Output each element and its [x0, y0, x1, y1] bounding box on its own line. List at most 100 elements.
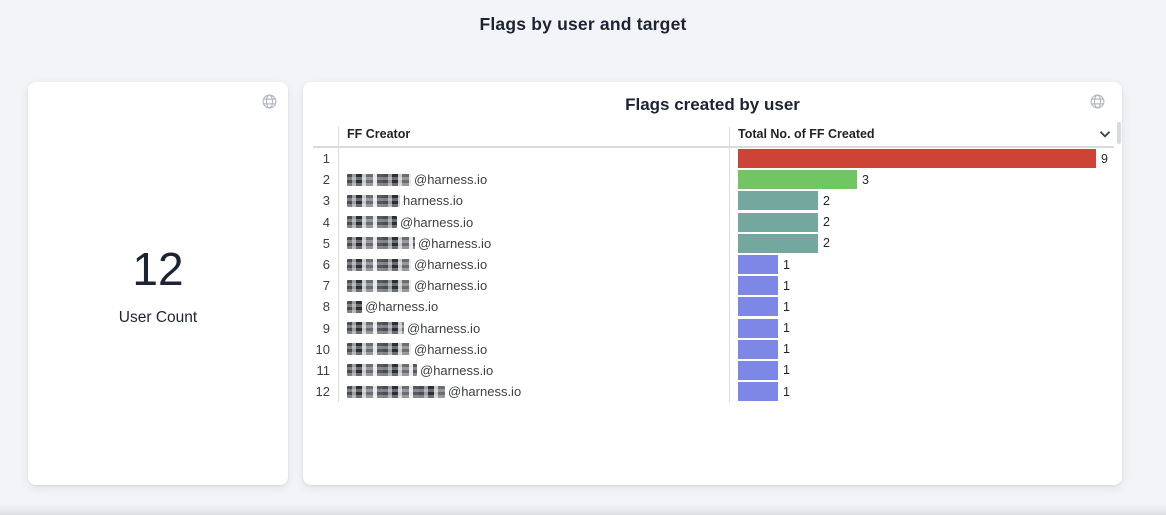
globe-icon [261, 93, 278, 110]
creator-redacted [347, 195, 400, 207]
scrollbar-thumb[interactable] [1117, 122, 1121, 144]
table-row: 4 @harness.io 2 [313, 212, 1114, 233]
card-title: Flags created by user [303, 95, 1122, 115]
bar-cell: 3 [729, 169, 1114, 190]
creator-email: @harness.io [448, 384, 521, 399]
ff-bar-value: 1 [783, 258, 790, 272]
table-row: 2 @harness.io 3 [313, 169, 1114, 190]
creator-email: @harness.io [400, 215, 473, 230]
chevron-down-icon[interactable] [1099, 130, 1111, 139]
creator-redacted [347, 216, 397, 228]
table-row: 3 harness.io 2 [313, 190, 1114, 211]
row-index: 12 [313, 381, 338, 402]
creator-cell: @harness.io [338, 360, 729, 381]
ff-bar [738, 297, 778, 316]
ff-bar-value: 1 [783, 363, 790, 377]
creator-cell: @harness.io [338, 318, 729, 339]
row-index: 1 [313, 148, 338, 169]
creator-email: @harness.io [414, 257, 487, 272]
table-row: 8 @harness.io 1 [313, 296, 1114, 317]
ff-bar [738, 361, 778, 380]
column-header-ff-creator[interactable]: FF Creator [338, 127, 729, 146]
ff-bar [738, 213, 818, 232]
bar-cell: 2 [729, 233, 1114, 254]
creator-cell [338, 148, 729, 169]
row-index: 5 [313, 233, 338, 254]
bar-cell: 1 [729, 318, 1114, 339]
creator-email: @harness.io [365, 299, 438, 314]
row-index: 10 [313, 339, 338, 360]
row-index: 8 [313, 296, 338, 317]
column-header-label: Total No. of FF Created [738, 127, 875, 141]
ff-bar-value: 1 [783, 300, 790, 314]
bar-cell: 1 [729, 339, 1114, 360]
creator-cell: @harness.io [338, 275, 729, 296]
creator-cell: @harness.io [338, 254, 729, 275]
table-row: 9 @harness.io 1 [313, 318, 1114, 339]
creator-redacted [347, 259, 411, 271]
ff-bar [738, 149, 1096, 168]
bar-cell: 2 [729, 190, 1114, 211]
creator-redacted [347, 343, 411, 355]
flags-table: FF Creator Total No. of FF Created 1 9 2… [313, 127, 1114, 402]
row-index: 11 [313, 360, 338, 381]
creator-email: @harness.io [420, 363, 493, 378]
user-count-value: 12 [28, 246, 288, 292]
page-header: Flags by user and target [0, 0, 1166, 48]
ff-bar-value: 1 [783, 321, 790, 335]
creator-email: @harness.io [414, 172, 487, 187]
table-body: 1 9 2 @harness.io 3 3 harness.io 2 4 @ha… [313, 148, 1114, 402]
ff-bar-value: 1 [783, 342, 790, 356]
creator-cell: @harness.io [338, 212, 729, 233]
table-row: 11 @harness.io 1 [313, 360, 1114, 381]
creator-redacted [347, 386, 445, 398]
row-number-column-header [313, 127, 338, 146]
creator-cell: @harness.io [338, 296, 729, 317]
table-header-row: FF Creator Total No. of FF Created [313, 127, 1114, 148]
creator-redacted [347, 280, 411, 292]
ff-bar [738, 340, 778, 359]
creator-cell: @harness.io [338, 381, 729, 402]
bar-cell: 2 [729, 212, 1114, 233]
creator-email: @harness.io [407, 321, 480, 336]
bar-cell: 1 [729, 360, 1114, 381]
ff-bar [738, 276, 778, 295]
row-index: 3 [313, 190, 338, 211]
ff-bar [738, 170, 857, 189]
bar-cell: 1 [729, 254, 1114, 275]
table-row: 10 @harness.io 1 [313, 339, 1114, 360]
row-index: 2 [313, 169, 338, 190]
ff-bar-value: 1 [783, 279, 790, 293]
ff-bar-value: 2 [823, 215, 830, 229]
row-index: 9 [313, 318, 338, 339]
ff-bar [738, 319, 778, 338]
ff-bar [738, 382, 778, 401]
creator-cell: @harness.io [338, 169, 729, 190]
row-index: 4 [313, 212, 338, 233]
table-row: 7 @harness.io 1 [313, 275, 1114, 296]
bar-cell: 9 [729, 148, 1114, 169]
creator-redacted [347, 322, 404, 334]
creator-email: harness.io [403, 193, 463, 208]
user-count-metric: 12 User Count [28, 246, 288, 327]
ff-bar-value: 3 [862, 173, 869, 187]
ff-bar [738, 234, 818, 253]
creator-email: @harness.io [418, 236, 491, 251]
table-row: 6 @harness.io 1 [313, 254, 1114, 275]
row-index: 6 [313, 254, 338, 275]
ff-bar-value: 1 [783, 385, 790, 399]
table-row: 5 @harness.io 2 [313, 233, 1114, 254]
column-header-total-ff-created[interactable]: Total No. of FF Created [729, 127, 1114, 146]
creator-redacted [347, 237, 415, 249]
creator-cell: @harness.io [338, 339, 729, 360]
page-title: Flags by user and target [479, 14, 686, 35]
ff-bar-value: 9 [1101, 152, 1108, 166]
ff-bar [738, 255, 778, 274]
creator-cell: harness.io [338, 190, 729, 211]
bar-cell: 1 [729, 275, 1114, 296]
ff-bar [738, 191, 818, 210]
bar-cell: 1 [729, 381, 1114, 402]
table-row: 12 @harness.io 1 [313, 381, 1114, 402]
creator-email: @harness.io [414, 278, 487, 293]
user-count-label: User Count [28, 309, 288, 327]
